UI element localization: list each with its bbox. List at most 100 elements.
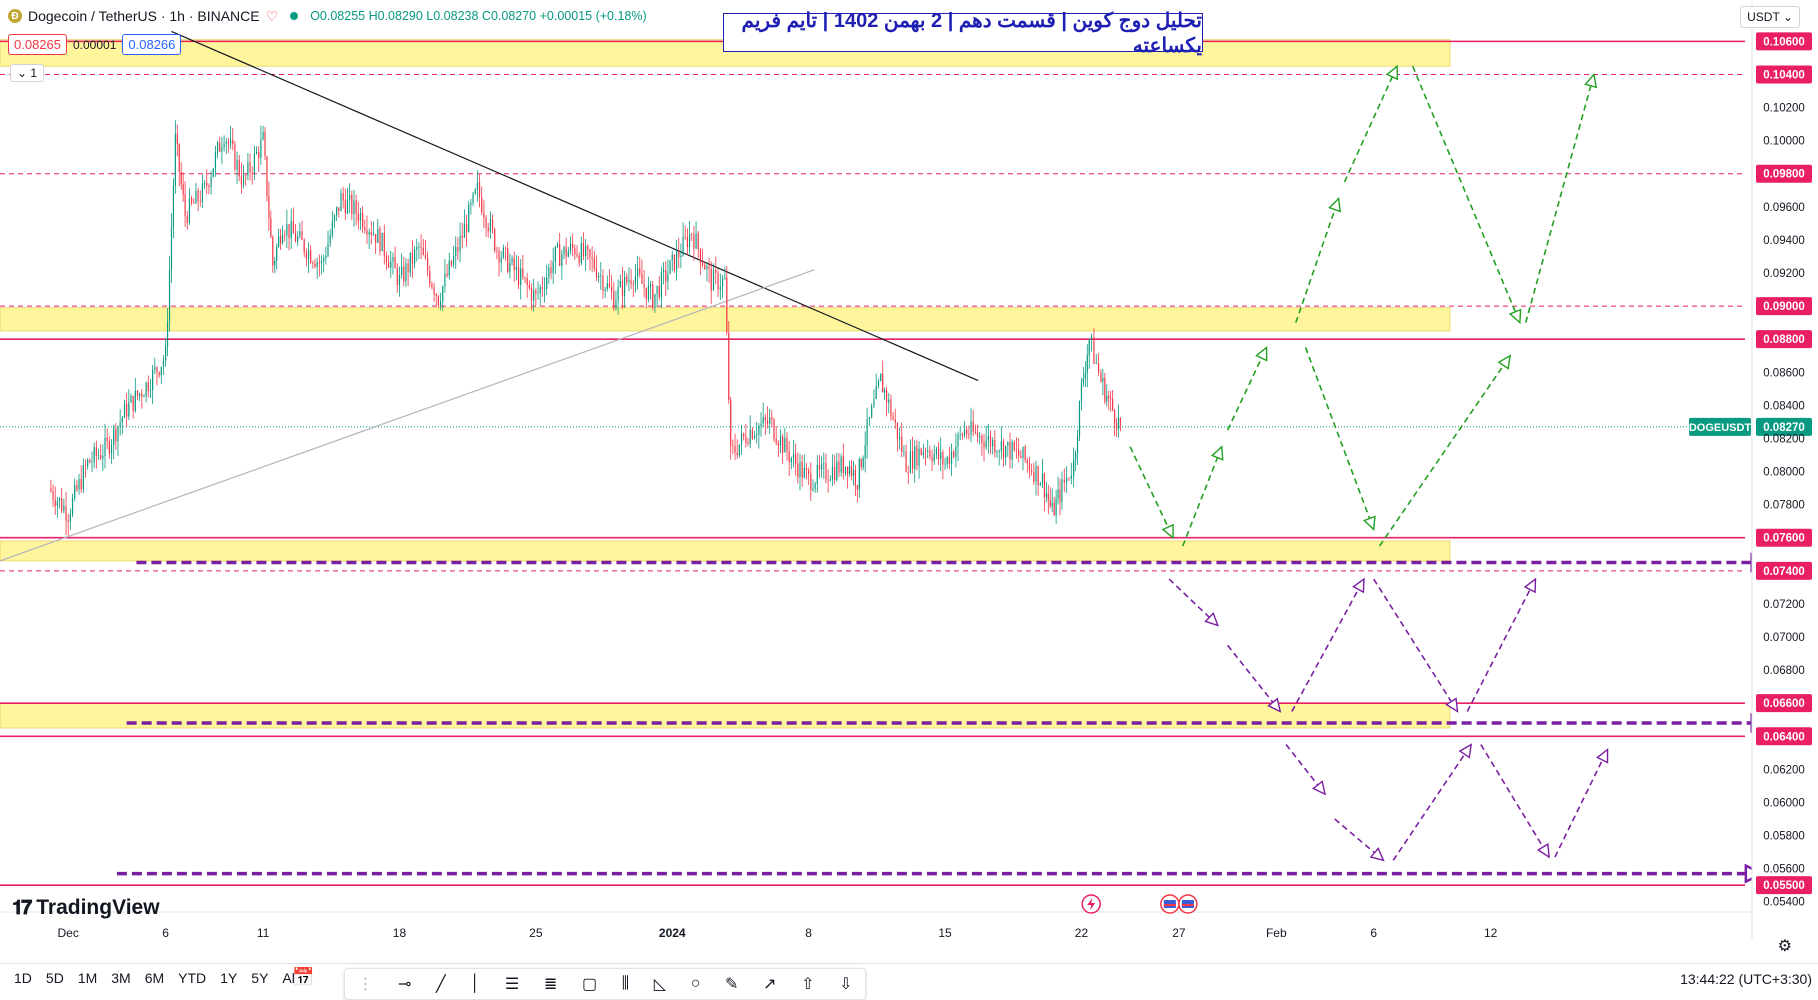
candle-body [738, 444, 740, 456]
candle-body [193, 202, 195, 204]
timeframe-1m[interactable]: 1M [78, 970, 97, 986]
candle-body [174, 133, 176, 186]
timeframe-5y[interactable]: 5Y [251, 970, 268, 986]
price-chart[interactable]: 0.10600 0.10400 0.10200 0.10000 0.09800 0.096… [0, 0, 1818, 999]
parallel-channel-icon[interactable]: ☰ [505, 974, 519, 994]
purple-projection-arrow-head [1352, 577, 1365, 594]
green-projection-arrow-head [1255, 345, 1268, 362]
green-projection-arrow [1182, 446, 1223, 547]
change-value: +0.00015 (+0.18%) [539, 9, 647, 23]
candle-body [172, 185, 175, 228]
arrow-up-icon[interactable]: ⇧ [801, 974, 814, 994]
candle-body [1104, 377, 1106, 402]
candle-body [1080, 382, 1083, 401]
time-tick-label: 6 [162, 926, 169, 940]
event-markers [1081, 894, 1198, 914]
candle-body [89, 459, 91, 463]
purple-projection-arrow-head [1369, 847, 1385, 862]
clock[interactable]: 13:44:22 (UTC+3:30) [1680, 971, 1812, 987]
candle-body [411, 252, 414, 264]
candle-body [987, 435, 989, 441]
candle-body [1117, 417, 1120, 430]
symbol-title[interactable]: Dogecoin / TetherUS · 1h · BINANCE [28, 8, 260, 24]
candle-body [717, 273, 719, 290]
horizontal-line-icon[interactable]: ⊸ [398, 974, 411, 994]
arrow-down-icon[interactable]: ⇩ [839, 974, 852, 994]
candle-body [673, 254, 676, 271]
price-tick-label: 0.07800 [1763, 500, 1805, 512]
arrow-icon[interactable]: ↗ [763, 974, 776, 994]
candle-body [706, 266, 708, 270]
triangle-icon[interactable]: ◺ [654, 974, 666, 994]
sell-price-button[interactable]: 0.08265 [8, 34, 67, 55]
candle-body [728, 332, 730, 400]
trend-line-icon[interactable]: ╱ [436, 974, 446, 994]
candle-body [992, 439, 994, 447]
favorite-icon[interactable]: ♡ [266, 8, 279, 25]
currency-selector[interactable]: USDT ⌄ [1740, 6, 1800, 28]
timeframe-1d[interactable]: 1D [14, 970, 32, 986]
candle-body [691, 234, 693, 235]
candle-body [1070, 475, 1072, 479]
candle-body [918, 448, 920, 466]
price-tick-label: 0.05400 [1763, 897, 1805, 909]
gear-icon[interactable]: ⚙ [1778, 936, 1792, 956]
candle-body [790, 458, 792, 463]
candle-body [604, 288, 606, 291]
candle-body [654, 293, 656, 308]
candle-body [637, 268, 639, 277]
candle-body [658, 285, 660, 298]
price-tick-label: 0.08200 [1763, 433, 1805, 445]
long-position-icon[interactable]: ⫼ [622, 975, 629, 993]
candle-body [470, 202, 472, 205]
candle-body [656, 285, 658, 294]
drag-handle-icon[interactable]: ⋮ [357, 974, 373, 994]
buy-price-button[interactable]: 0.08266 [122, 34, 182, 55]
candle-body [1053, 502, 1055, 516]
candle-body [1035, 466, 1037, 482]
rectangle-icon[interactable]: ▢ [582, 974, 597, 994]
candle-body [130, 395, 132, 403]
candle-body [1005, 446, 1007, 458]
circle-icon[interactable]: ○ [691, 975, 701, 993]
vertical-line-icon[interactable]: │ [470, 975, 480, 993]
candle-body [834, 467, 836, 480]
candle-body [814, 483, 816, 489]
green-projection-arrow-head [1328, 197, 1342, 213]
green-projection-arrow-head [1508, 308, 1522, 325]
timeframe-1y[interactable]: 1Y [220, 970, 237, 986]
candle-body [1013, 442, 1015, 450]
candle-body [959, 434, 961, 436]
candle-body [372, 234, 375, 235]
date-range-icon[interactable]: 📅 [292, 967, 314, 988]
purple-projection-arrow-head [1312, 780, 1327, 796]
price-tick-label: 0.10000 [1763, 136, 1805, 148]
candle-body [665, 269, 667, 282]
candle-body [262, 132, 264, 140]
timeframe-ytd[interactable]: YTD [178, 970, 206, 986]
timeframe-3m[interactable]: 3M [111, 970, 130, 986]
candle-body [864, 445, 866, 459]
candle-body [868, 417, 870, 419]
candle-body [420, 246, 422, 248]
candle-body [491, 219, 494, 230]
timeframe-6m[interactable]: 6M [145, 970, 164, 986]
time-tick-label: 18 [393, 926, 407, 940]
candle-body [940, 452, 942, 460]
indicator-toggle[interactable]: ⌄ 1 [10, 64, 45, 82]
candle-body [517, 266, 520, 286]
brush-icon[interactable]: ✎ [725, 974, 738, 994]
candle-body [1078, 400, 1081, 437]
fib-retracement-icon[interactable]: ≣ [544, 974, 557, 994]
candle-body [433, 287, 435, 295]
candle-body [437, 296, 440, 306]
candle-body [1082, 378, 1084, 383]
purple-projection-arrow [1392, 744, 1472, 861]
candle-body [206, 182, 208, 186]
timeframe-5d[interactable]: 5D [46, 970, 64, 986]
candle-body [630, 280, 632, 285]
candle-body [888, 399, 890, 403]
candle-body [496, 250, 498, 252]
candle-body [924, 451, 927, 453]
candle-body [71, 497, 74, 515]
